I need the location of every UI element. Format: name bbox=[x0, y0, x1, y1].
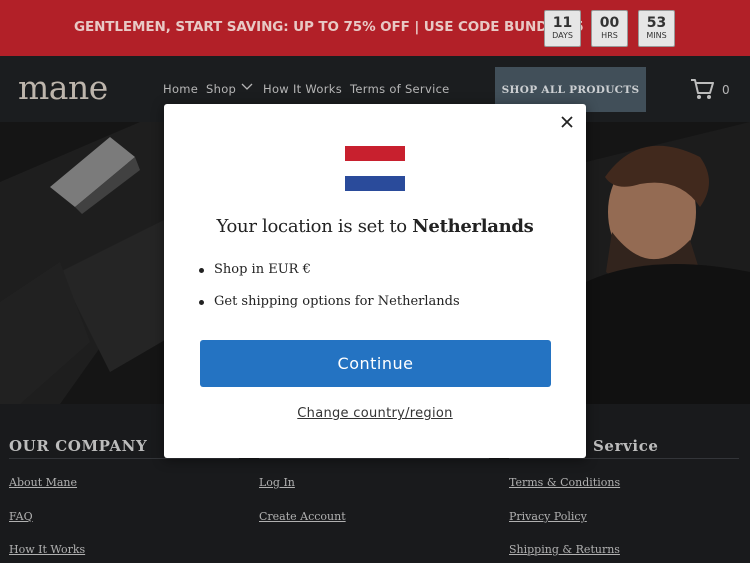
countdown-hours-value: 00 bbox=[599, 15, 620, 31]
countdown-days-unit: DAYS bbox=[552, 31, 573, 40]
countdown-hours: 00 HRS bbox=[591, 10, 628, 47]
bullet-dot bbox=[199, 268, 204, 273]
bullet-currency: Shop in EUR € bbox=[214, 262, 311, 277]
modal-title: Your location is set to Netherlands bbox=[164, 216, 586, 237]
netherlands-flag-icon bbox=[345, 146, 405, 191]
close-icon[interactable] bbox=[559, 114, 575, 130]
countdown-minutes: 53 MINS bbox=[638, 10, 675, 47]
countdown-days-value: 11 bbox=[552, 15, 573, 31]
countdown-days: 11 DAYS bbox=[544, 10, 581, 47]
continue-button[interactable]: Continue bbox=[200, 340, 551, 387]
countdown-hours-unit: HRS bbox=[601, 31, 618, 40]
modal-title-country: Netherlands bbox=[412, 216, 534, 237]
modal-title-prefix: Your location is set to bbox=[216, 216, 407, 237]
bullet-dot bbox=[199, 300, 204, 305]
location-modal: Your location is set to Netherlands Shop… bbox=[164, 104, 586, 458]
countdown-minutes-unit: MINS bbox=[646, 31, 667, 40]
change-country-link[interactable]: Change country/region bbox=[164, 406, 586, 421]
promo-text: GENTLEMEN, START SAVING: UP TO 75% OFF |… bbox=[74, 19, 584, 35]
bullet-shipping: Get shipping options for Netherlands bbox=[214, 294, 460, 309]
countdown-minutes-value: 53 bbox=[646, 15, 667, 31]
